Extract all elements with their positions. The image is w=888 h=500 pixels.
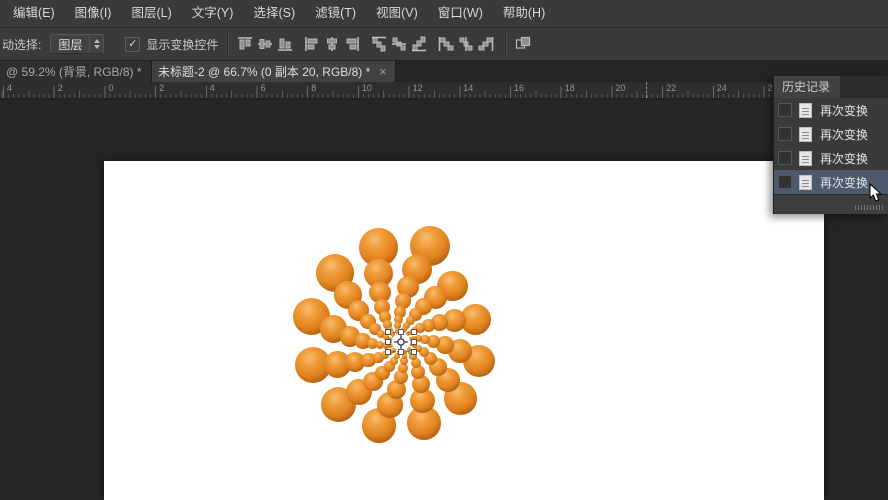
history-list: 再次变换再次变换再次变换再次变换 bbox=[774, 98, 888, 194]
transform-handle[interactable] bbox=[411, 329, 417, 335]
options-bar: 动选择: 图层 ✓ 显示变换控件 bbox=[0, 28, 888, 61]
scrollbar-grip[interactable] bbox=[855, 205, 885, 210]
tab-title: 未标题-2 @ 66.7% (0 副本 20, RGB/8) * bbox=[158, 63, 370, 80]
ruler-label: 0 bbox=[108, 83, 113, 93]
transform-handle[interactable] bbox=[385, 349, 391, 355]
transform-handle[interactable] bbox=[411, 339, 417, 345]
transform-handle[interactable] bbox=[385, 329, 391, 335]
align-bottom-edges-icon[interactable] bbox=[276, 34, 294, 54]
dropdown-value: 图层 bbox=[51, 36, 89, 53]
menu-item[interactable]: 编辑(E) bbox=[6, 0, 62, 27]
menu-item[interactable]: 选择(S) bbox=[246, 0, 302, 27]
document-tab-untitled2[interactable]: 未标题-2 @ 66.7% (0 副本 20, RGB/8) * × bbox=[152, 61, 396, 82]
ruler-position-marker bbox=[646, 82, 647, 98]
ruler-label: 2 bbox=[58, 83, 63, 93]
align-vertical-centers-icon[interactable] bbox=[256, 34, 274, 54]
dropdown-spinner-icon[interactable] bbox=[89, 35, 103, 53]
auto-align-layers-icon[interactable] bbox=[514, 34, 532, 54]
menu-bar: 编辑(E)图像(I)图层(L) 文字(Y)选择(S)滤镜(T)视图(V)窗口(W)… bbox=[0, 0, 888, 28]
show-transform-checkbox[interactable]: ✓ bbox=[125, 37, 140, 52]
align-icons bbox=[235, 34, 496, 54]
ruler-label: 12 bbox=[413, 83, 423, 93]
menu-item[interactable]: 滤镜(T) bbox=[308, 0, 363, 27]
distribute-top-edges-icon[interactable] bbox=[370, 34, 388, 54]
align-horizontal-centers-icon[interactable] bbox=[323, 34, 341, 54]
ruler-label: 20 bbox=[615, 83, 625, 93]
history-state-icon bbox=[799, 151, 812, 166]
document-tab-bar: @ 59.2% (背景, RGB/8) * × 未标题-2 @ 66.7% (0… bbox=[0, 61, 888, 82]
horizontal-ruler: 4202468101214161820222426 bbox=[0, 82, 888, 99]
document-tab-background[interactable]: @ 59.2% (背景, RGB/8) * × bbox=[0, 61, 152, 82]
menu-item[interactable]: 图像(I) bbox=[68, 0, 119, 27]
distribute-horizontal-centers-icon[interactable] bbox=[457, 34, 475, 54]
canvas[interactable] bbox=[104, 161, 824, 500]
distribute-left-edges-icon[interactable] bbox=[437, 34, 455, 54]
history-state-icon bbox=[799, 175, 812, 190]
distribute-vertical-centers-icon[interactable] bbox=[390, 34, 408, 54]
ruler-label: 6 bbox=[261, 83, 266, 93]
separator bbox=[227, 32, 229, 56]
transform-handle[interactable] bbox=[385, 339, 391, 345]
ruler-label: 24 bbox=[717, 83, 727, 93]
align-top-edges-icon[interactable] bbox=[236, 34, 254, 54]
align-left-edges-icon[interactable] bbox=[303, 34, 321, 54]
workspace bbox=[0, 99, 888, 500]
history-state-icon bbox=[799, 127, 812, 142]
history-panel-header: 历史记录 bbox=[774, 76, 888, 98]
ruler-label: 4 bbox=[7, 83, 12, 93]
history-row-label: 再次变换 bbox=[820, 150, 868, 167]
transform-handle[interactable] bbox=[411, 349, 417, 355]
history-source-checkbox[interactable] bbox=[778, 151, 792, 165]
history-state-icon bbox=[799, 103, 812, 118]
distribute-bottom-edges-icon[interactable] bbox=[410, 34, 428, 54]
ruler-label: 16 bbox=[514, 83, 524, 93]
auto-align-slot bbox=[513, 34, 533, 54]
history-panel-tab[interactable]: 历史记录 bbox=[774, 76, 840, 98]
ruler-label: 10 bbox=[362, 83, 372, 93]
history-row[interactable]: 再次变换 bbox=[774, 98, 888, 122]
menu-item[interactable]: 图层(L) bbox=[124, 0, 178, 27]
ruler-label: 4 bbox=[210, 83, 215, 93]
history-source-checkbox[interactable] bbox=[778, 175, 792, 189]
close-icon[interactable]: × bbox=[379, 65, 387, 78]
history-row[interactable]: 再次变换 bbox=[774, 146, 888, 170]
align-right-edges-icon[interactable] bbox=[343, 34, 361, 54]
history-source-checkbox[interactable] bbox=[778, 103, 792, 117]
history-row-label: 再次变换 bbox=[820, 174, 868, 191]
ruler-label: 8 bbox=[311, 83, 316, 93]
menu-item[interactable]: 视图(V) bbox=[369, 0, 425, 27]
ruler-label: 2 bbox=[159, 83, 164, 93]
history-source-checkbox[interactable] bbox=[778, 127, 792, 141]
menu-item[interactable]: 文字(Y) bbox=[185, 0, 241, 27]
menu-item[interactable]: 帮助(H) bbox=[496, 0, 552, 27]
history-row-label: 再次变换 bbox=[820, 126, 868, 143]
separator bbox=[505, 32, 507, 56]
mouse-cursor-icon bbox=[869, 183, 883, 203]
ruler-label: 22 bbox=[666, 83, 676, 93]
history-row-label: 再次变换 bbox=[820, 102, 868, 119]
sphere-spiral-artwork bbox=[104, 161, 824, 500]
ruler-label: 14 bbox=[463, 83, 473, 93]
auto-select-label: 动选择: bbox=[2, 36, 41, 53]
ruler-label: 18 bbox=[565, 83, 575, 93]
show-transform-label: 显示变换控件 bbox=[146, 36, 218, 53]
history-row[interactable]: 再次变换 bbox=[774, 122, 888, 146]
menu-item[interactable]: 窗口(W) bbox=[431, 0, 490, 27]
distribute-right-edges-icon[interactable] bbox=[477, 34, 495, 54]
transform-reference-point-icon[interactable] bbox=[393, 334, 409, 350]
auto-select-layer-dropdown[interactable]: 图层 bbox=[50, 34, 104, 54]
tab-title: @ 59.2% (背景, RGB/8) * bbox=[6, 63, 142, 80]
